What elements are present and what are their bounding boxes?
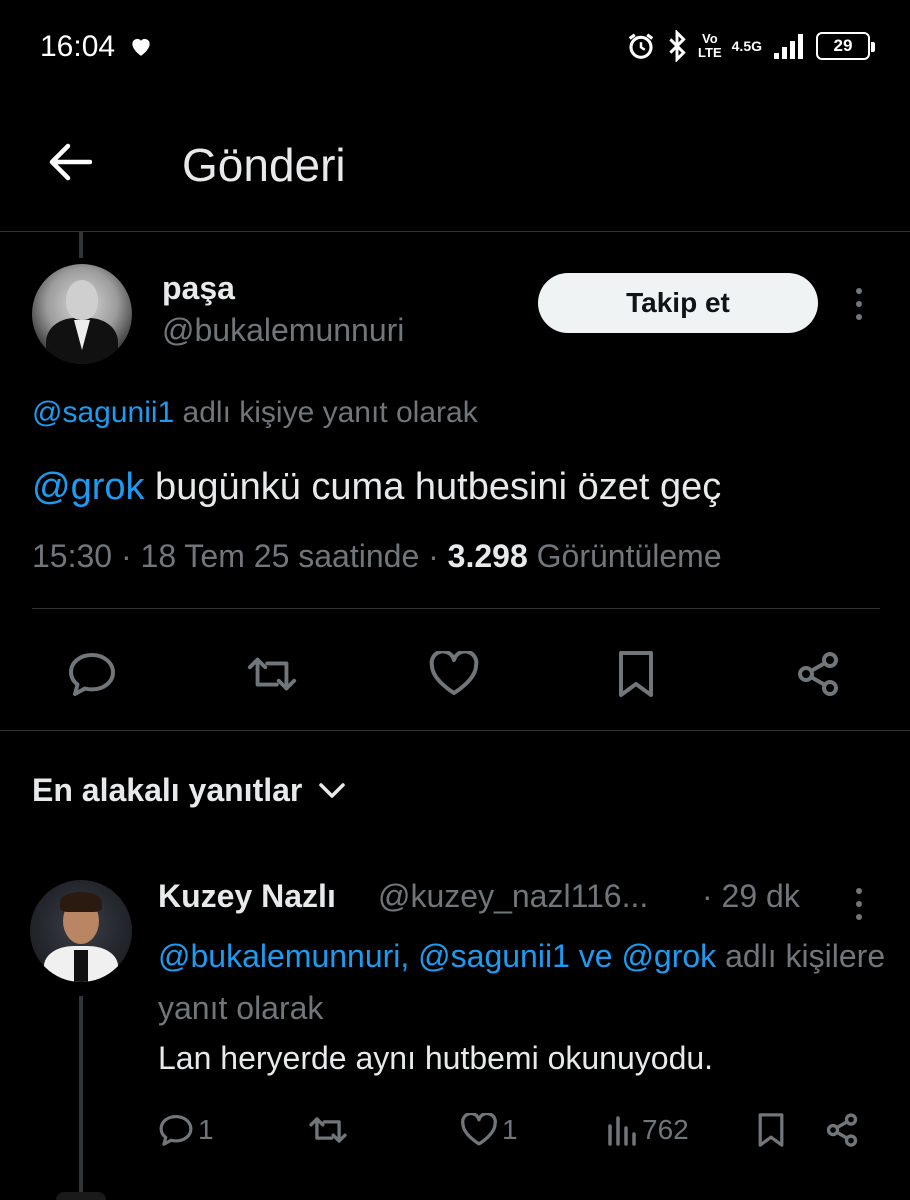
view-count: 3.298: [447, 538, 528, 574]
sort-label: En alakalı yanıtlar: [32, 772, 303, 808]
bookmark-icon: [758, 1113, 784, 1147]
author-name[interactable]: paşa: [162, 270, 235, 307]
reply-author-handle[interactable]: @kuzey_nazl116...: [378, 878, 648, 915]
retweet-icon: [247, 657, 297, 691]
thread-line: [79, 996, 83, 1200]
reply-author-name[interactable]: Kuzey Nazlı: [158, 878, 336, 915]
page-title: Gönderi: [182, 139, 346, 191]
bookmark-button[interactable]: [610, 648, 662, 700]
author-handle[interactable]: @bukalemunnuri: [162, 312, 404, 349]
back-arrow-icon: [49, 143, 92, 181]
divider: [0, 730, 910, 731]
follow-button[interactable]: Takip et: [538, 273, 818, 333]
reply-text: Lan heryerde aynı hutbemi okunuyodu.: [158, 1040, 714, 1076]
network-type: 4.5G: [731, 38, 762, 54]
reply-more-options-button[interactable]: [849, 884, 869, 924]
reply-author-avatar[interactable]: [30, 880, 132, 982]
signal-icon: [774, 34, 803, 59]
author-avatar[interactable]: [32, 264, 132, 364]
reply-context: @sagunii1 adlı kişiye yanıt olarak: [32, 396, 478, 429]
analytics-icon: [608, 1116, 636, 1146]
reply-sort-dropdown[interactable]: En alakalı yanıtlar: [32, 772, 346, 809]
more-vert-icon: [856, 288, 862, 294]
reply-views-button[interactable]: 762: [606, 1110, 689, 1150]
comment-icon: [69, 653, 115, 696]
like-count: 1: [502, 1114, 518, 1145]
reply-time: · 29 dk: [702, 878, 800, 914]
alarm-icon: [628, 33, 654, 59]
like-icon: [429, 651, 479, 695]
reply-bookmark-button[interactable]: [756, 1110, 786, 1150]
reply-to-link[interactable]: @sagunii1: [32, 396, 174, 429]
post-text: @grok bugünkü cuma hutbesini özet geç: [32, 466, 722, 508]
reply-retweet-button[interactable]: [308, 1110, 348, 1150]
share-icon: [826, 1113, 858, 1147]
reply-mentions-link[interactable]: @bukalemunnuri, @sagunii1 ve @grok: [158, 938, 716, 974]
reply-button[interactable]: [66, 648, 118, 700]
volte-indicator: Vo LTE: [698, 31, 722, 60]
reply-like-button[interactable]: 1: [460, 1110, 518, 1150]
status-bar: 16:04 Vo LTE 4.5G 29: [0, 0, 910, 92]
comment-icon: [159, 1114, 193, 1146]
divider: [32, 608, 880, 609]
reply-count: 1: [198, 1114, 214, 1145]
share-button[interactable]: [792, 648, 844, 700]
chevron-down-icon: [319, 782, 346, 798]
more-vert-icon: [856, 888, 862, 894]
retweet-button[interactable]: [246, 648, 298, 700]
like-icon: [461, 1113, 497, 1146]
post-action-bar: [0, 634, 910, 710]
post-date: 18 Tem 25 saatinde: [140, 538, 420, 574]
reply-reply-button[interactable]: 1: [158, 1110, 214, 1150]
mention-link[interactable]: @grok: [32, 466, 145, 508]
more-options-button[interactable]: [849, 284, 869, 324]
reply-share-button[interactable]: [824, 1110, 860, 1150]
bluetooth-icon: [669, 30, 686, 62]
share-icon: [798, 652, 838, 696]
like-button[interactable]: [428, 648, 480, 700]
battery-indicator: 29: [816, 32, 875, 60]
post-meta: 15:30 · 18 Tem 25 saatinde · 3.298 Görün…: [32, 538, 722, 574]
thread-line: [79, 232, 83, 258]
reply-action-bar: 1 1 762: [0, 1100, 910, 1160]
heart-icon: [132, 38, 150, 56]
views-label: Görüntüleme: [527, 538, 722, 574]
retweet-icon: [309, 1117, 347, 1143]
next-reply-avatar: [56, 1192, 106, 1200]
status-time: 16:04: [40, 30, 116, 63]
page-header: Gönderi: [0, 92, 910, 232]
back-button[interactable]: [44, 136, 96, 188]
post-time: 15:30: [32, 538, 113, 574]
status-icons: Vo LTE 4.5G 29: [626, 28, 875, 64]
bookmark-icon: [619, 651, 653, 697]
view-count: 762: [642, 1114, 689, 1145]
reply-context: @bukalemunnuri, @sagunii1 ve @grok adlı …: [158, 938, 886, 1026]
